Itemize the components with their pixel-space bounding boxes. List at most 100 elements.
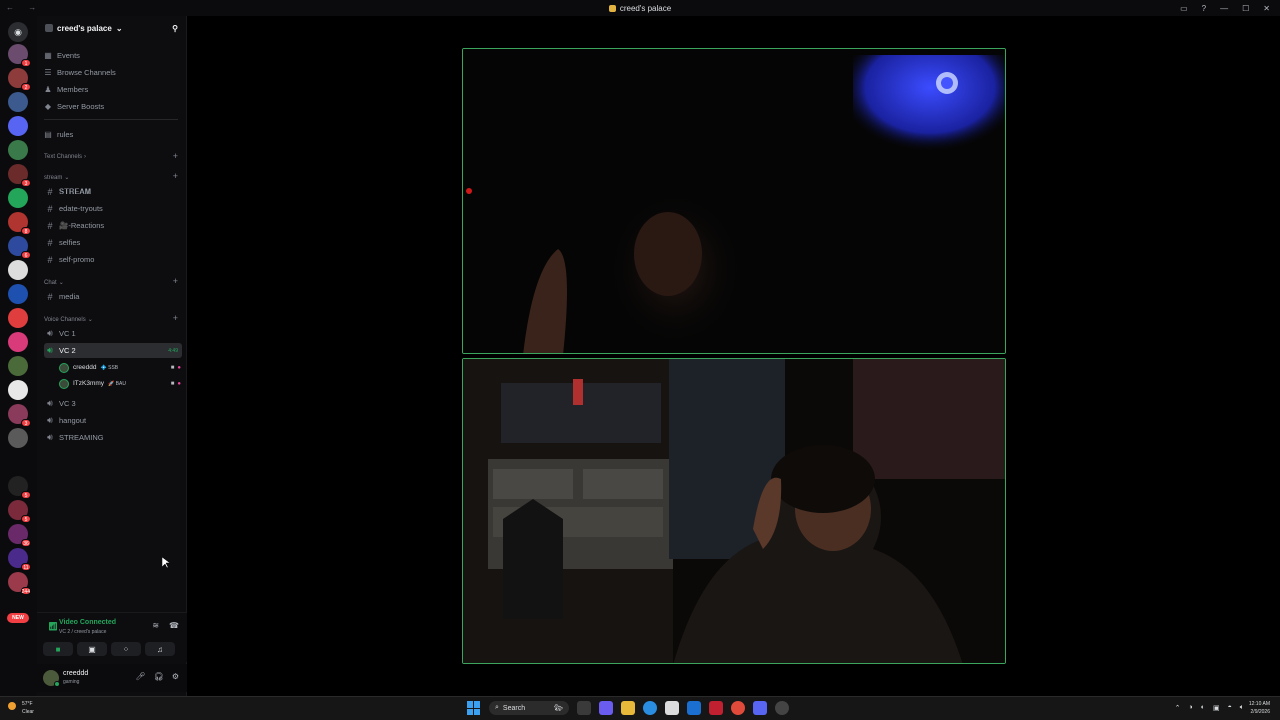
voice-channel-hangout[interactable]: 🔊︎ hangout — [44, 413, 182, 428]
screen-share-button[interactable]: ▣ — [77, 642, 107, 656]
voice-channel-vc2[interactable]: 🔊︎ VC 2 4:49 — [44, 343, 182, 358]
headphones-icon[interactable]: 🎧︎ — [154, 672, 164, 681]
volume-icon[interactable]: 🔈︎ — [1240, 704, 1244, 712]
video-tile-user-1[interactable] — [462, 48, 1006, 354]
channel-edate-tryouts[interactable]: # edate-tryouts — [44, 201, 182, 216]
server-icon[interactable] — [8, 116, 28, 136]
channel-selfies[interactable]: # selfies — [44, 235, 182, 250]
server-icon[interactable]: 5 — [8, 500, 31, 523]
nav-server-boosts[interactable]: ◆ Server Boosts — [44, 99, 104, 113]
discord-home-icon[interactable]: ◉ — [8, 22, 28, 42]
server-icon[interactable] — [8, 260, 28, 280]
add-channel-icon[interactable]: + — [173, 276, 178, 286]
maximize-button[interactable]: ☐ — [1242, 4, 1249, 13]
video-tile-user-2[interactable] — [462, 358, 1006, 664]
channel-reactions[interactable]: # 🎥-Reactions — [44, 218, 182, 233]
noise-suppression-icon[interactable]: ≋ — [152, 621, 159, 630]
minimize-button[interactable]: — — [1220, 4, 1228, 13]
tray-app-icon[interactable]: ◑ — [1188, 704, 1192, 712]
server-icon[interactable]: 8 — [8, 212, 31, 235]
voice-user[interactable]: ITzK3mmy 🚀 BAU ■ ● — [59, 376, 181, 391]
user-status-icons: ■ ● — [171, 365, 181, 371]
app-icon[interactable] — [775, 701, 789, 715]
voice-channel-path[interactable]: VC 2 / creed's palace — [59, 629, 106, 635]
mention-badge: 3 — [21, 419, 31, 427]
server-icon[interactable] — [8, 380, 28, 400]
server-icon[interactable]: 6 — [8, 236, 31, 259]
file-explorer-icon[interactable] — [621, 701, 635, 715]
voice-channel-vc1[interactable]: 🔊︎ VC 1 — [44, 326, 182, 341]
server-icon[interactable] — [8, 284, 28, 304]
server-icon[interactable]: 11 — [8, 548, 31, 571]
username[interactable]: creeddd — [63, 670, 88, 677]
tray-app-icon[interactable]: ◐ — [1201, 704, 1205, 712]
hash-icon: # — [47, 203, 53, 214]
chevron-up-icon[interactable]: ⌃ — [1175, 704, 1181, 712]
voice-status[interactable]: Video Connected — [59, 619, 116, 626]
copilot-icon[interactable] — [599, 701, 613, 715]
edge-icon[interactable] — [643, 701, 657, 715]
taskbar-search[interactable]: ⌕ Search 🐅︎ — [489, 701, 569, 715]
server-icon[interactable]: 36 — [8, 524, 31, 547]
category-chat[interactable]: Chat ⌄ — [44, 279, 64, 287]
server-icon[interactable] — [8, 92, 28, 112]
speaker-icon: 🔊︎ — [47, 398, 53, 408]
add-channel-icon[interactable]: + — [173, 151, 178, 161]
rules-icon: ▤ — [44, 129, 52, 139]
nav-events[interactable]: ▦ Events — [44, 48, 80, 62]
settings-gear-icon[interactable]: ⚙ — [172, 672, 179, 681]
category-stream[interactable]: stream ⌄ — [44, 174, 69, 182]
search-icon: ⌕ — [495, 704, 499, 711]
soundboard-button[interactable]: ♫ — [145, 642, 175, 656]
nav-arrows[interactable]: ← → — [6, 3, 42, 12]
server-icon[interactable] — [8, 428, 28, 448]
server-icon[interactable]: 1 — [8, 44, 31, 67]
server-icon[interactable]: 3 — [8, 404, 31, 427]
server-icon[interactable] — [8, 332, 28, 352]
add-channel-icon[interactable]: + — [173, 171, 178, 181]
microphone-icon[interactable]: 🎤︎ — [136, 672, 146, 681]
nav-browse-channels[interactable]: ☰ Browse Channels — [44, 65, 115, 79]
help-icon[interactable]: ? — [1202, 4, 1206, 13]
chevron-down-icon: ⌄ — [115, 23, 123, 33]
activities-button[interactable]: ⁘ — [111, 642, 141, 656]
inbox-icon[interactable]: ▭ — [1180, 4, 1188, 13]
channel-self-promo[interactable]: # self-promo — [44, 252, 182, 267]
taskbar-clock[interactable]: 12:10 AM 2/9/2026 — [1249, 700, 1270, 716]
server-icon[interactable] — [8, 140, 28, 160]
close-button[interactable]: ✕ — [1263, 4, 1270, 13]
windows-start-icon[interactable] — [467, 701, 481, 715]
server-icon[interactable]: 2 — [8, 68, 31, 91]
media-app-icon[interactable] — [709, 701, 723, 715]
channel-stream[interactable]: # 𝐒𝐓𝐑𝐄𝐀𝐌 — [44, 184, 182, 199]
server-icon[interactable] — [8, 308, 28, 328]
tray-app-icon[interactable]: ◓ — [1228, 704, 1232, 712]
disconnect-icon[interactable]: ☎ — [169, 621, 179, 630]
add-member-icon[interactable]: ⚲ — [172, 24, 178, 33]
server-icon[interactable] — [8, 356, 28, 376]
voice-user[interactable]: creeddd 💠 SSB ■ ● — [59, 360, 181, 375]
windows-taskbar: 57°F Clear ⌕ Search 🐅︎ ⌃ ◑ ◐ ▣ ◓ 🔈︎ 12:10 … — [0, 696, 1280, 720]
mail-icon[interactable] — [687, 701, 701, 715]
server-icon[interactable] — [8, 188, 28, 208]
voice-channel-streaming[interactable]: 🔊︎ STREAMING — [44, 430, 182, 445]
chrome-icon[interactable] — [731, 701, 745, 715]
discord-icon[interactable] — [753, 701, 767, 715]
speaker-icon: 🔊︎ — [47, 345, 53, 355]
add-channel-icon[interactable]: + — [173, 313, 178, 323]
category-text-channels[interactable]: Text Channels › — [44, 154, 86, 160]
server-icon[interactable]: 3 — [8, 164, 31, 187]
store-icon[interactable] — [665, 701, 679, 715]
nav-members[interactable]: ♟ Members — [44, 82, 88, 96]
server-icon[interactable]: 244 — [8, 572, 31, 595]
weather-widget[interactable]: 57°F Clear — [8, 700, 34, 716]
camera-button[interactable]: ■ — [43, 642, 73, 656]
channel-media[interactable]: # media — [44, 289, 182, 304]
channel-rules[interactable]: ▤ rules — [44, 127, 73, 141]
network-icon[interactable]: ▣ — [1213, 704, 1220, 712]
task-view-icon[interactable] — [577, 701, 591, 715]
voice-channel-vc3[interactable]: 🔊︎ VC 3 — [44, 396, 182, 411]
category-voice-channels[interactable]: Voice Channels ⌄ — [44, 316, 93, 324]
guild-header[interactable]: creed's palace ⌄ ⚲ — [37, 16, 186, 40]
server-icon[interactable]: 5 — [8, 476, 31, 499]
